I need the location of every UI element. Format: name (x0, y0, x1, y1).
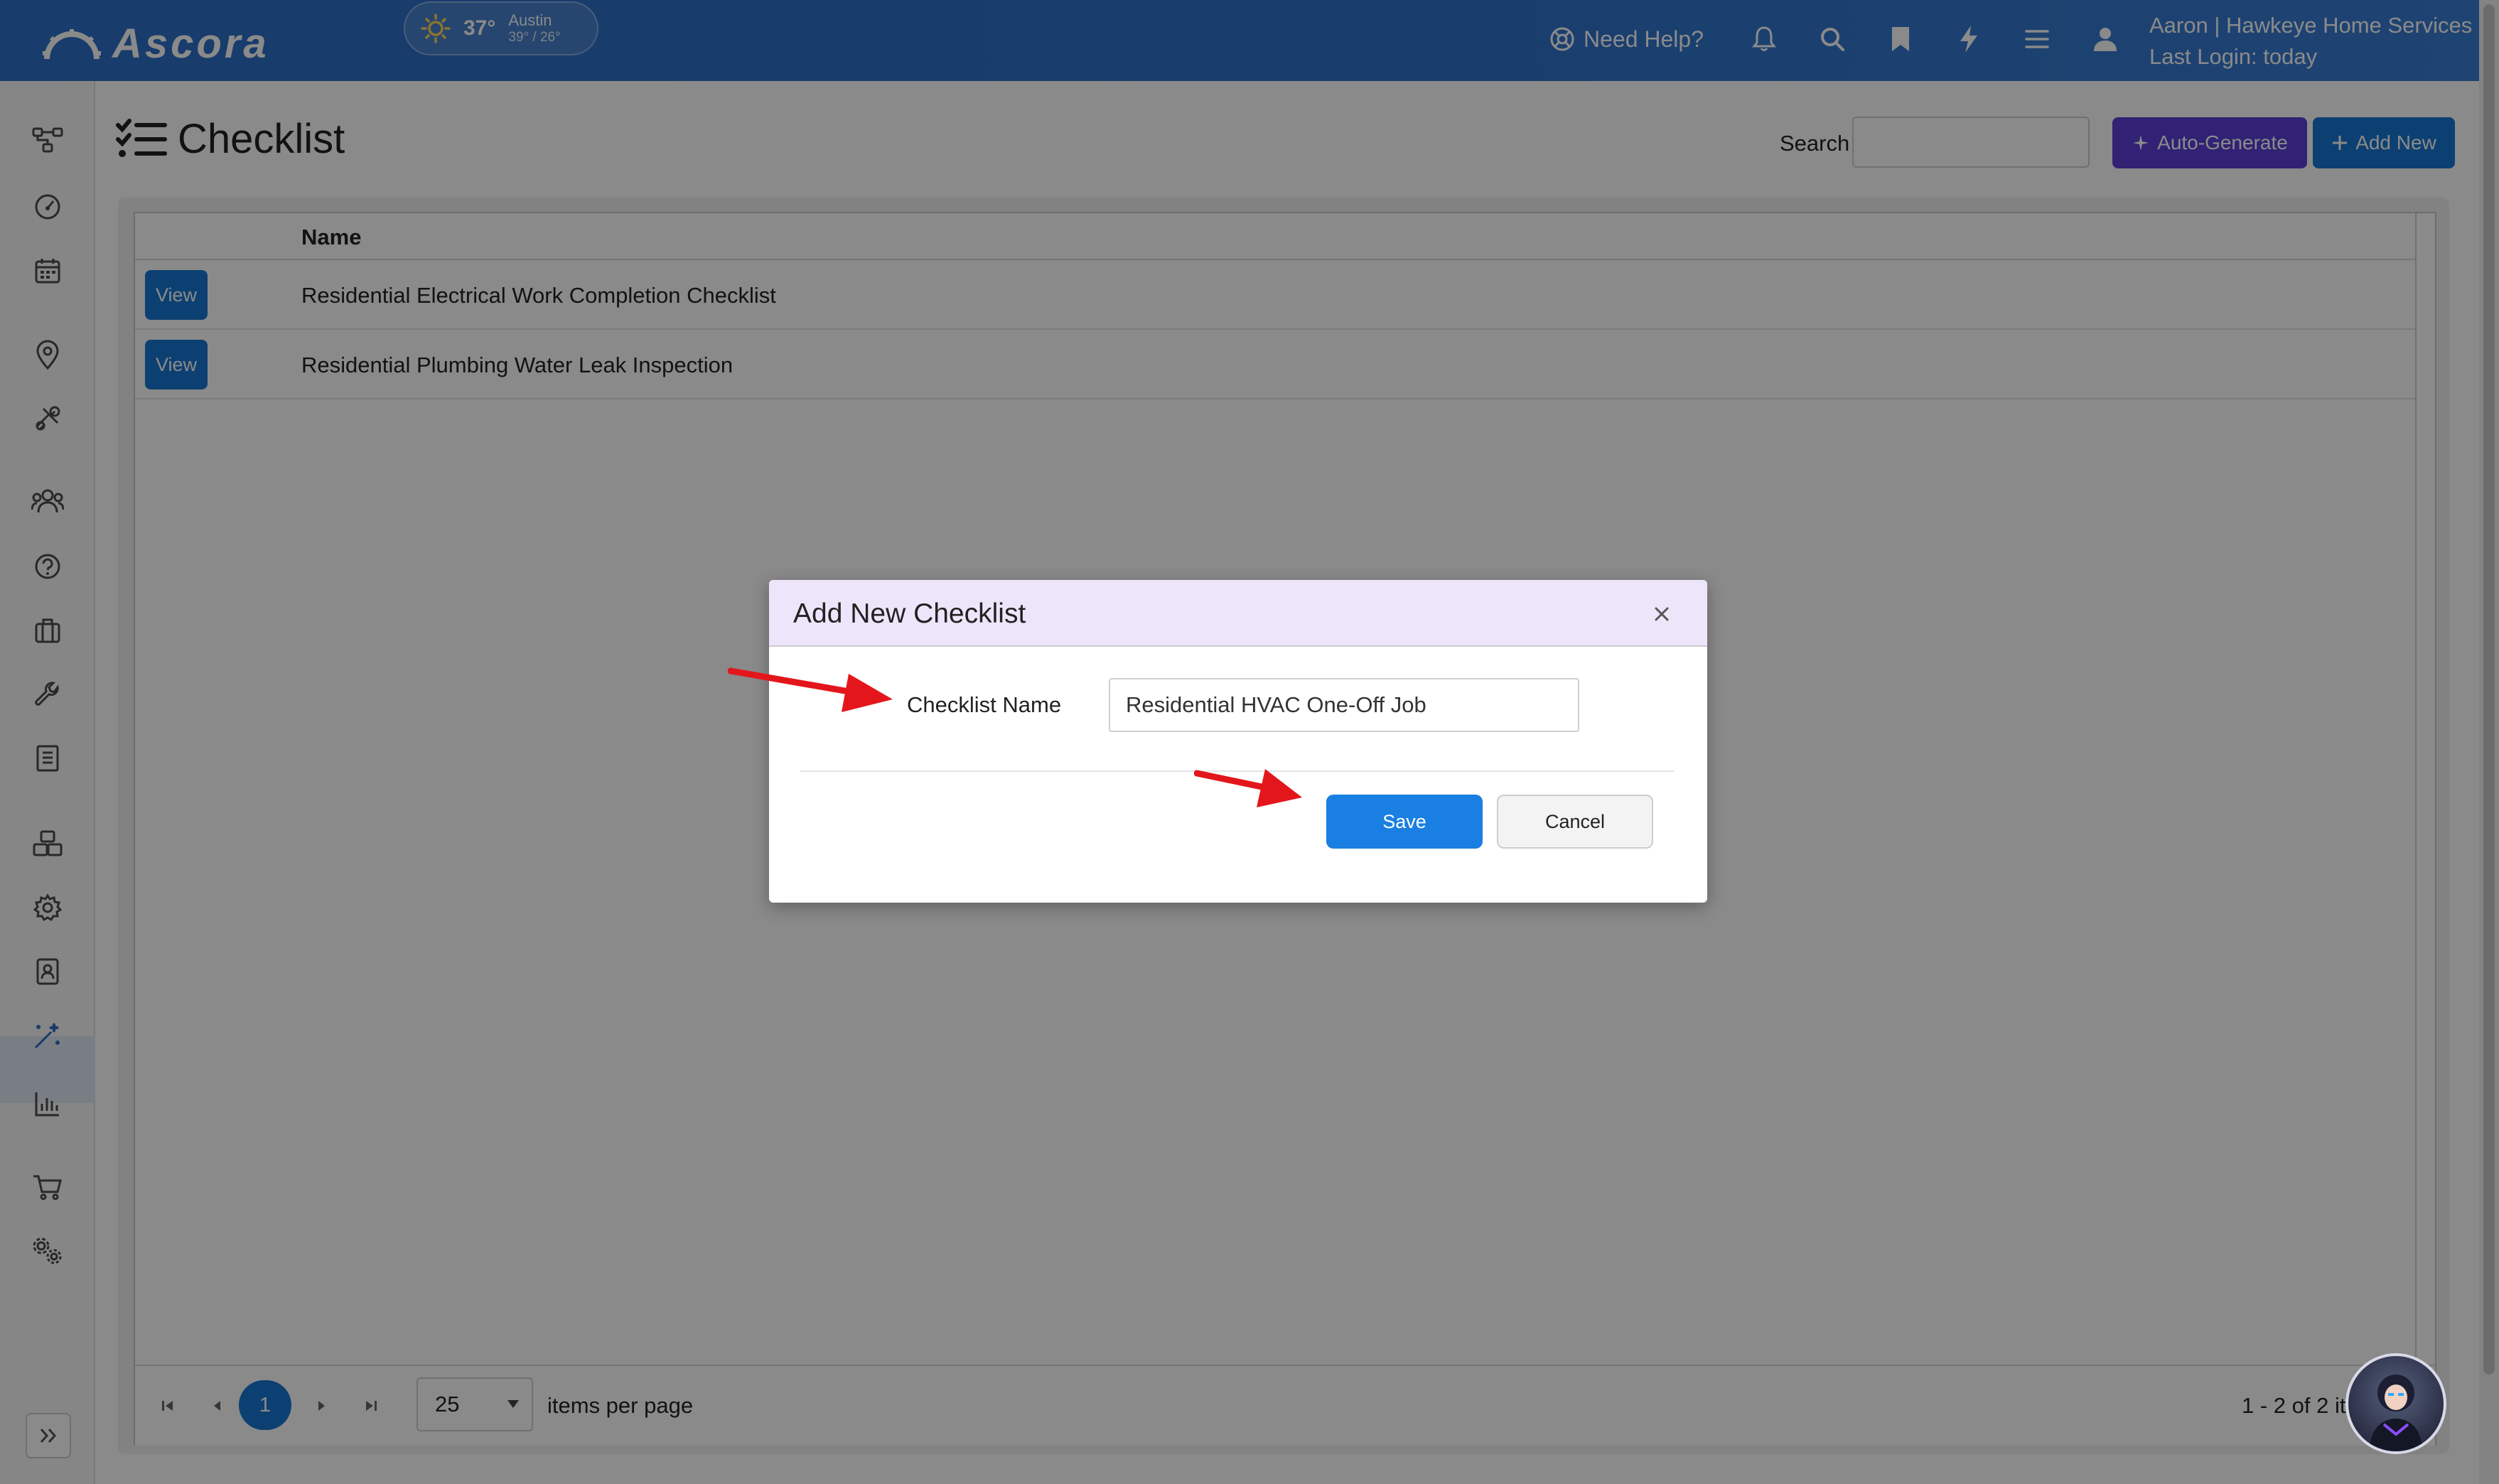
dialog-header: Add New Checklist (769, 580, 1707, 647)
close-icon[interactable] (1648, 600, 1676, 628)
cancel-button[interactable]: Cancel (1497, 795, 1653, 849)
assistant-character-icon (2370, 1375, 2422, 1451)
annotation-arrow-icon (728, 667, 893, 712)
annotation-arrow-icon (1194, 769, 1302, 807)
add-checklist-dialog: Add New Checklist Checklist Name Save Ca… (769, 580, 1707, 903)
dialog-title: Add New Checklist (793, 598, 1026, 629)
save-button[interactable]: Save (1326, 795, 1483, 849)
assistant-avatar[interactable] (2345, 1353, 2446, 1454)
checklist-name-label: Checklist Name (907, 692, 1062, 717)
checklist-name-input[interactable] (1109, 678, 1579, 732)
